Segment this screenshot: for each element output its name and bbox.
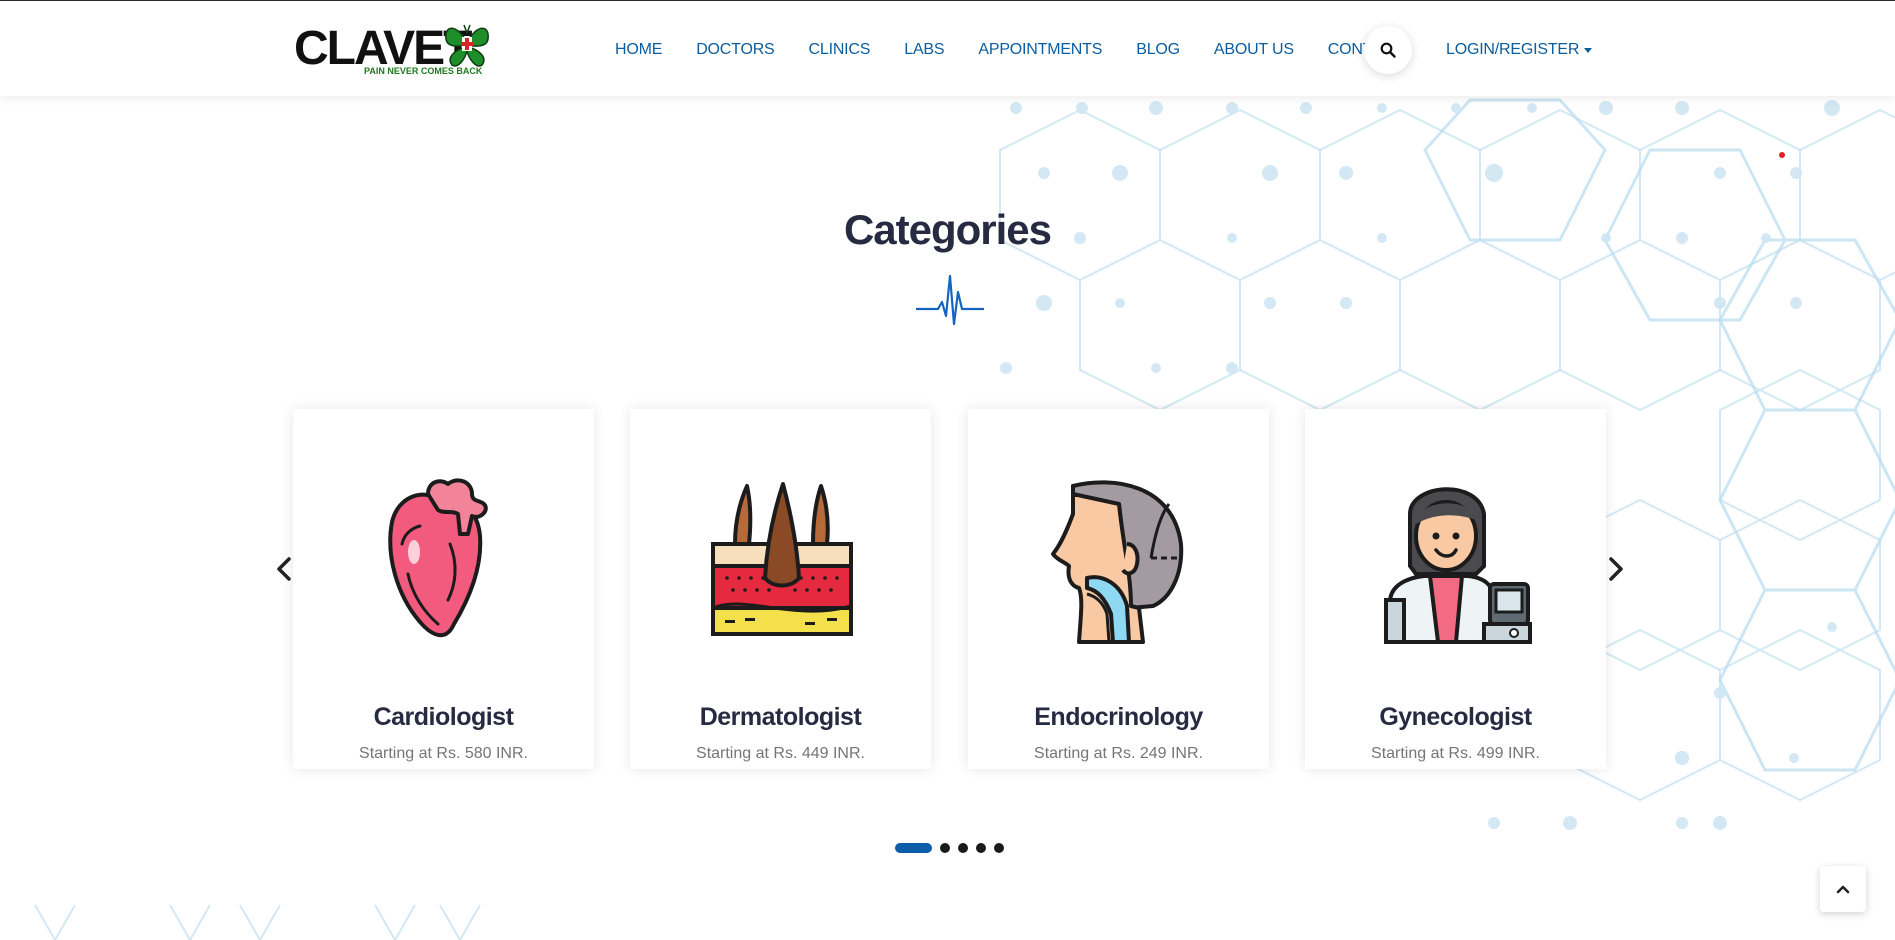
main-nav: HOME DOCTORS CLINICS LABS APPOINTMENTS B… <box>615 39 1437 61</box>
carousel-dot-1[interactable] <box>895 843 932 853</box>
category-name: Cardiologist <box>373 703 514 731</box>
section-title: Categories <box>843 206 1052 253</box>
head-throat-icon <box>1051 480 1184 644</box>
carousel-dot-5[interactable] <box>994 843 1004 853</box>
category-price: Starting at Rs. 499 INR. <box>1371 745 1540 762</box>
category-name: Endocrinology <box>1034 703 1203 731</box>
heartbeat-icon <box>916 274 984 326</box>
carousel-prev-arrow-icon[interactable] <box>274 556 294 582</box>
category-price: Starting at Rs. 249 INR. <box>1034 745 1203 762</box>
skin-layers-icon <box>711 482 853 636</box>
logo[interactable]: CLAVET PAIN NEVER COMES BACK <box>294 21 494 81</box>
category-card-endocrinology[interactable]: Endocrinology Starting at Rs. 249 INR. <box>968 409 1269 769</box>
search-button[interactable] <box>1364 26 1412 74</box>
login-register-label: LOGIN/REGISTER <box>1446 41 1580 58</box>
logo-tagline: PAIN NEVER COMES BACK <box>364 66 483 76</box>
category-card-cardiologist[interactable]: Cardiologist Starting at Rs. 580 INR. <box>293 409 594 769</box>
doctor-ultrasound-icon <box>1384 487 1532 644</box>
category-name: Dermatologist <box>699 703 862 731</box>
nav-clinics[interactable]: CLINICS <box>809 39 871 61</box>
heart-icon <box>388 478 488 637</box>
site-header: CLAVET PAIN NEVER COMES BACK HOME DOCTOR… <box>0 0 1895 96</box>
nav-doctors[interactable]: DOCTORS <box>696 39 775 61</box>
hexagon-background <box>34 98 1895 940</box>
carousel-next-arrow-icon[interactable] <box>1606 556 1626 582</box>
login-register-dropdown[interactable]: LOGIN/REGISTER <box>1446 39 1593 61</box>
carousel-pagination <box>895 842 1012 854</box>
category-name: Gynecologist <box>1379 703 1532 731</box>
carousel-dot-3[interactable] <box>958 843 968 853</box>
nav-appointments[interactable]: APPOINTMENTS <box>978 39 1102 61</box>
nav-home[interactable]: HOME <box>615 39 662 61</box>
category-card-gynecologist[interactable]: Gynecologist Starting at Rs. 499 INR. <box>1305 409 1606 769</box>
nav-blog[interactable]: BLOG <box>1136 39 1180 61</box>
scroll-to-top-button[interactable] <box>1820 866 1866 912</box>
category-price: Starting at Rs. 580 INR. <box>359 745 528 762</box>
butterfly-cross-icon <box>445 24 489 67</box>
carousel-dot-2[interactable] <box>940 843 950 853</box>
nav-about-us[interactable]: ABOUT US <box>1214 39 1294 61</box>
carousel-dot-4[interactable] <box>976 843 986 853</box>
search-icon <box>1380 42 1396 58</box>
chevron-up-icon <box>1836 885 1850 894</box>
category-card-dermatologist[interactable]: Dermatologist Starting at Rs. 449 INR. <box>630 409 931 769</box>
nav-labs[interactable]: LABS <box>904 39 944 61</box>
category-price: Starting at Rs. 449 INR. <box>696 745 865 762</box>
caret-down-icon <box>1584 47 1593 53</box>
